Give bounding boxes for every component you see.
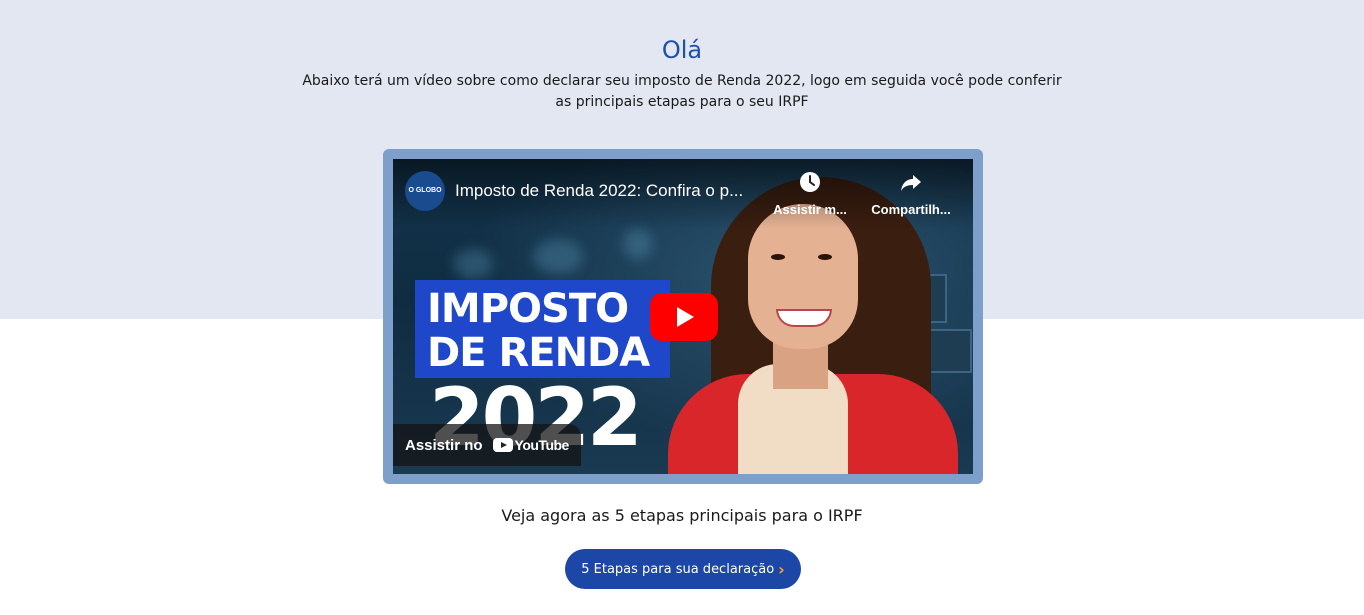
share-icon bbox=[901, 175, 921, 191]
play-icon bbox=[677, 307, 694, 327]
youtube-logo: YouTube bbox=[492, 437, 570, 453]
video-title-link[interactable]: Imposto de Renda 2022: Confira o p... bbox=[455, 181, 765, 201]
youtube-embed[interactable]: IMPOSTO DE RENDA 2022 O GLOBO Imposto de… bbox=[393, 159, 973, 474]
video-frame: IMPOSTO DE RENDA 2022 O GLOBO Imposto de… bbox=[383, 149, 983, 484]
chevron-right-icon: › bbox=[778, 559, 785, 579]
presenter-eye bbox=[818, 254, 832, 260]
steps-cta-button[interactable]: 5 Etapas para sua declaração › bbox=[565, 549, 801, 589]
share-label: Compartilh... bbox=[871, 202, 951, 217]
intro-line-1: Abaixo terá um vídeo sobre como declarar… bbox=[302, 73, 1062, 89]
greeting-title: Olá bbox=[661, 36, 703, 64]
watch-on-youtube-button[interactable]: Assistir no YouTube bbox=[393, 424, 581, 466]
thumbnail-title-line-2: DE RENDA bbox=[427, 330, 650, 376]
intro-line-2: as principais etapas para o seu IRPF bbox=[555, 94, 809, 110]
steps-heading: Veja agora as 5 etapas principais para o… bbox=[501, 506, 863, 525]
youtube-wordmark: YouTube bbox=[514, 437, 570, 453]
channel-logo[interactable]: O GLOBO bbox=[405, 171, 445, 211]
background-light bbox=[623, 229, 653, 259]
share-button[interactable]: Compartilh... bbox=[866, 171, 956, 217]
watch-on-label: Assistir no bbox=[405, 436, 483, 454]
clock-icon bbox=[800, 172, 820, 192]
intro-text: Abaixo terá um vídeo sobre como declarar… bbox=[282, 71, 1082, 113]
background-light bbox=[453, 249, 493, 279]
play-button[interactable] bbox=[650, 293, 718, 341]
watch-later-label: Assistir m... bbox=[773, 202, 847, 217]
watch-later-button[interactable]: Assistir m... bbox=[765, 171, 855, 217]
presenter-eye bbox=[771, 254, 785, 260]
cta-label: 5 Etapas para sua declaração bbox=[581, 561, 775, 577]
background-light bbox=[533, 239, 583, 274]
youtube-play-icon bbox=[492, 438, 513, 452]
thumbnail-title-line-1: IMPOSTO bbox=[427, 286, 629, 332]
